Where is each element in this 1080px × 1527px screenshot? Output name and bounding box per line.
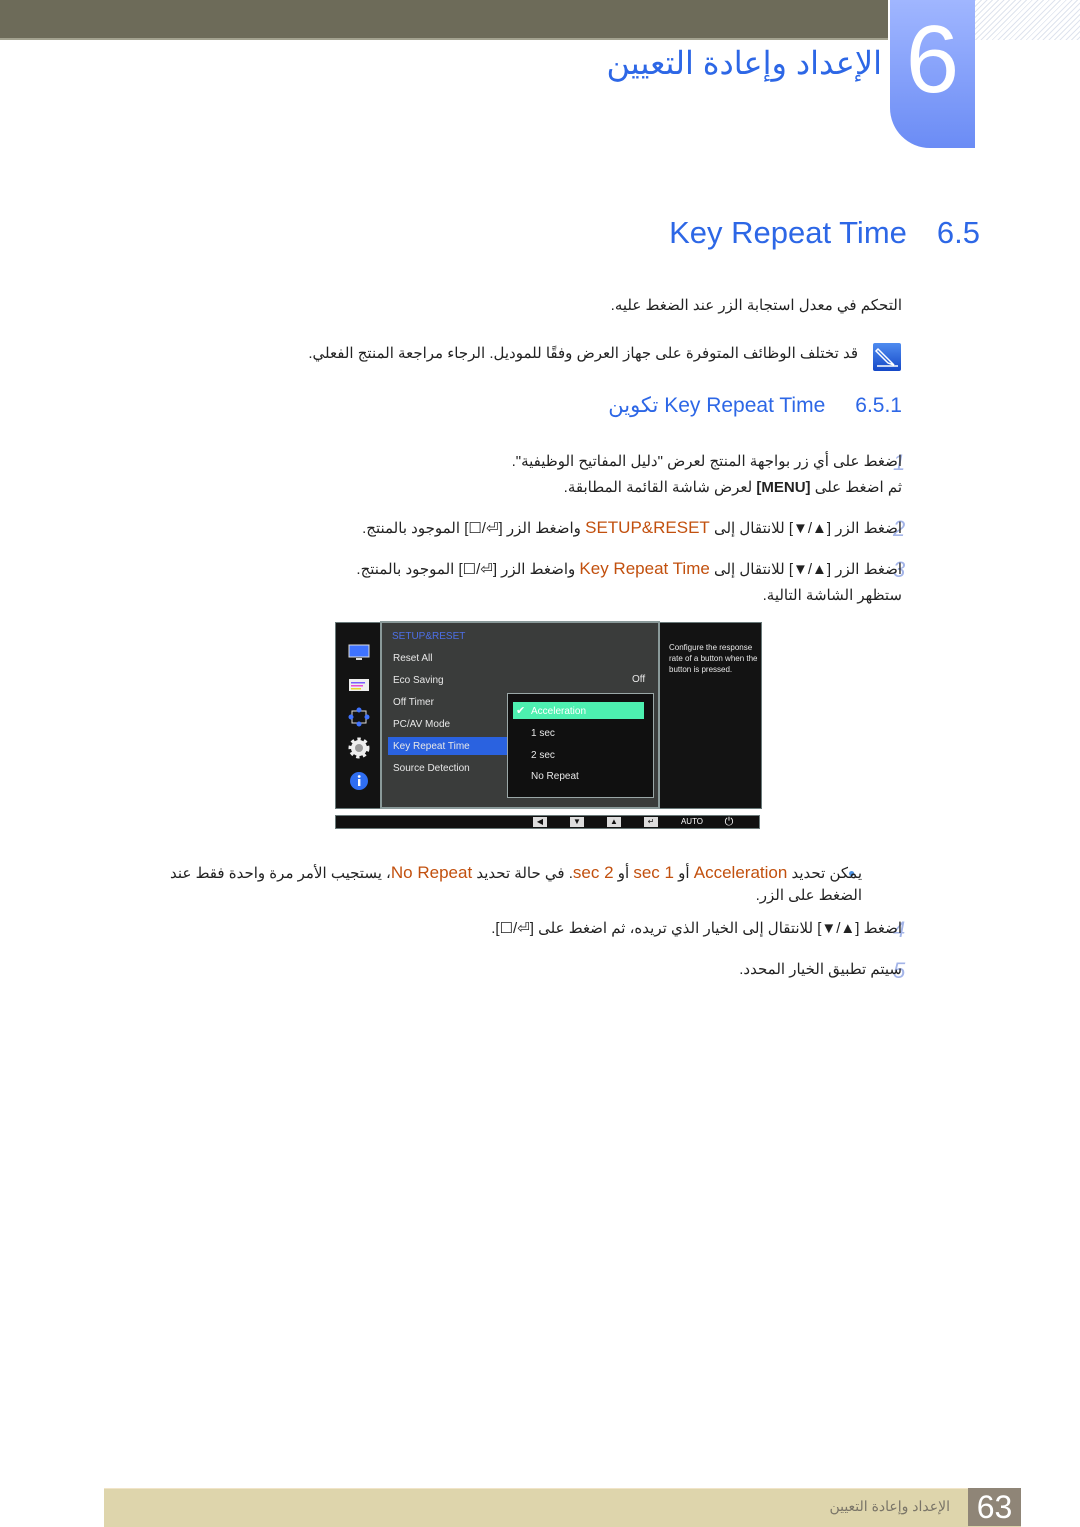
section-number: 6.5 xyxy=(936,215,980,250)
step-4: اضغط [▲/▼] للانتقال إلى الخيار الذي تريد… xyxy=(491,920,902,937)
size-position-icon xyxy=(348,707,370,727)
highlight-2-sec: 2 sec xyxy=(572,863,614,882)
setup-gear-icon xyxy=(348,737,370,759)
osd-item-off-timer[interactable]: Off Timer xyxy=(393,697,434,708)
highlight-key-repeat-time: Key Repeat Time xyxy=(579,559,710,578)
footer-chapter-title: الإعداد وإعادة التعيين xyxy=(829,1498,950,1514)
osd-item-reset-all[interactable]: Reset All xyxy=(393,653,432,664)
note-text: قد تختلف الوظائف المتوفرة على جهاز العرض… xyxy=(308,345,858,362)
osd-option-1-sec[interactable]: 1 sec xyxy=(531,728,555,739)
menu-key: [MENU] xyxy=(756,479,811,496)
osd-option-2-sec[interactable]: 2 sec xyxy=(531,750,555,761)
bullet-fragment: يمكن تحديد xyxy=(787,865,862,882)
section-intro: التحكم في معدل استجابة الزر عند الضغط عل… xyxy=(610,297,902,314)
highlight-no-repeat: No Repeat xyxy=(390,863,473,882)
osd-icon-column xyxy=(336,623,381,808)
step-1-line1: اضغط على أي زر بواجهة المنتج لعرض "دليل … xyxy=(511,453,902,470)
step-text: اضغط الزر [▲/▼] للانتقال إلى xyxy=(709,520,902,537)
subsection-title: تكوين Key Repeat Time 6.5.1 xyxy=(608,393,902,418)
step-text: واضغط الزر [⏎/☐] الموجود بالمنتج. xyxy=(356,561,580,578)
step-text: لعرض شاشة القائمة المطابقة. xyxy=(563,479,757,496)
section-title-text: Key Repeat Time xyxy=(669,215,907,250)
auto-key[interactable]: AUTO xyxy=(679,817,705,827)
bullet-fragment: أو xyxy=(674,865,694,882)
osd-menu-title: SETUP&RESET xyxy=(392,631,466,642)
osd-eco-saving-value: Off xyxy=(632,674,646,685)
header-hatch xyxy=(975,0,1080,40)
power-key-icon[interactable]: ⏻ xyxy=(722,817,736,828)
page-number: 63 xyxy=(968,1488,1021,1526)
step-3: اضغط الزر [▲/▼] للانتقال إلى Key Repeat … xyxy=(162,556,902,609)
bullet-fragment: أو xyxy=(613,865,634,882)
subsection-number: 6.5.1 xyxy=(855,394,902,417)
subsection-title-text: تكوين Key Repeat Time xyxy=(608,394,826,417)
osd-item-eco-saving[interactable]: Eco Saving xyxy=(393,675,444,686)
color-icon xyxy=(348,675,370,695)
osd-option-acceleration[interactable]: Acceleration xyxy=(531,706,586,717)
step-text: ثم اضغط على xyxy=(810,479,902,496)
chapter-number: 6 xyxy=(890,0,975,148)
step-3-line2: ستظهر الشاشة التالية. xyxy=(762,587,902,604)
highlight-acceleration: Acceleration xyxy=(693,863,788,882)
bullet-fragment: . في حالة تحديد xyxy=(472,865,573,882)
step-text: اضغط الزر [▲/▼] للانتقال إلى xyxy=(709,561,902,578)
osd-item-key-repeat-time[interactable]: Key Repeat Time xyxy=(393,741,470,752)
info-icon xyxy=(348,771,370,791)
header-bar xyxy=(0,0,888,40)
step-5: سيتم تطبيق الخيار المحدد. xyxy=(739,961,902,978)
section-title: Key Repeat Time 6.5 xyxy=(669,215,980,251)
down-key-icon[interactable]: ▼ xyxy=(570,817,584,827)
up-key-icon[interactable]: ▲ xyxy=(607,817,621,827)
left-key-icon[interactable]: ◀ xyxy=(533,817,547,827)
step-1: اضغط على أي زر بواجهة المنتج لعرض "دليل … xyxy=(162,449,902,501)
note-pencil-icon xyxy=(873,343,901,371)
osd-help-text: Configure the response rate of a button … xyxy=(669,643,758,674)
osd-item-source-detection[interactable]: Source Detection xyxy=(393,763,470,774)
bullet-text: يمكن تحديد Acceleration أو 1 sec أو 2 se… xyxy=(162,862,862,907)
enter-key-icon[interactable]: ↵ xyxy=(644,817,658,827)
monitor-icon xyxy=(348,643,370,663)
check-icon: ✔ xyxy=(516,705,526,717)
highlight-1-sec: 1 sec xyxy=(633,863,675,882)
highlight-setup-reset: SETUP&RESET xyxy=(585,518,710,537)
step-2: اضغط الزر [▲/▼] للانتقال إلى SETUP&RESET… xyxy=(162,515,902,542)
step-1-line2: ثم اضغط على [MENU] لعرض شاشة القائمة الم… xyxy=(162,475,902,501)
osd-option-no-repeat[interactable]: No Repeat xyxy=(531,771,579,782)
chapter-title: الإعداد وإعادة التعيين xyxy=(606,45,882,81)
step-text: واضغط الزر [⏎/☐] الموجود بالمنتج. xyxy=(362,520,586,537)
osd-item-pc-av-mode[interactable]: PC/AV Mode xyxy=(393,719,450,730)
